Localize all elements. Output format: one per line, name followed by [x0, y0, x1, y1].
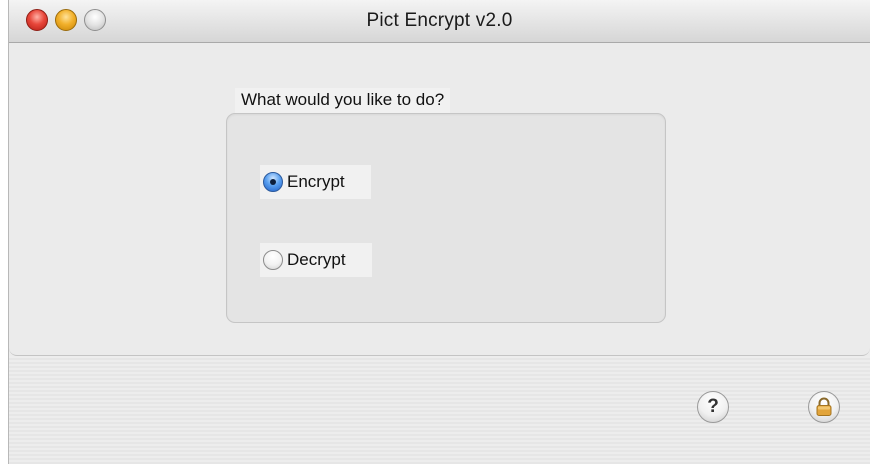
encrypt-radio-label: Encrypt: [287, 172, 345, 191]
app-window: Pict Encrypt v2.0 What would you like to…: [8, 0, 870, 464]
action-group-box: [226, 113, 666, 323]
decrypt-radio-label: Decrypt: [287, 250, 346, 269]
padlock-icon: [816, 397, 832, 416]
help-button[interactable]: ?: [697, 391, 729, 423]
question-mark-icon: ?: [707, 396, 719, 417]
encrypt-radio-button[interactable]: [263, 172, 283, 192]
decrypt-radio-option[interactable]: Decrypt: [260, 243, 372, 277]
decrypt-radio-button[interactable]: [263, 250, 283, 270]
footer-bar: ?: [9, 356, 870, 464]
title-bar[interactable]: Pict Encrypt v2.0: [9, 0, 870, 43]
group-label: What would you like to do?: [235, 88, 451, 113]
encrypt-radio-option[interactable]: Encrypt: [260, 165, 371, 199]
window-title: Pict Encrypt v2.0: [366, 10, 513, 31]
main-panel: What would you like to do? Encrypt Decry…: [9, 43, 870, 356]
lock-button[interactable]: [808, 391, 840, 423]
